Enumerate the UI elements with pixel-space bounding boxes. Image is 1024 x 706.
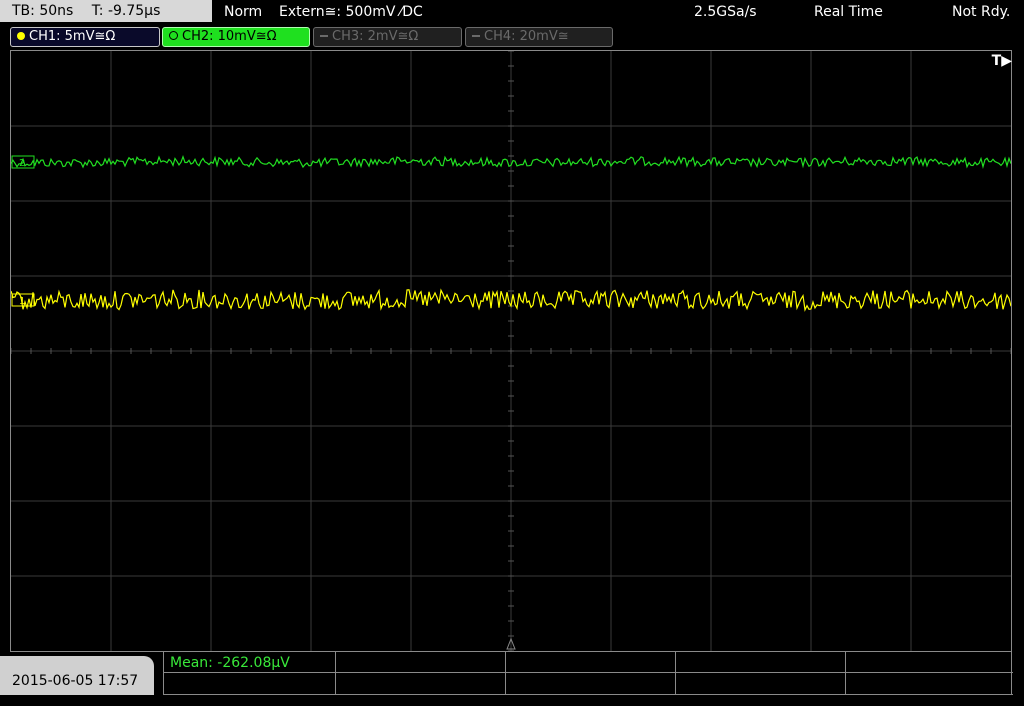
waveform-display[interactable]: 21 bbox=[10, 50, 1012, 652]
waveform-canvas: 21 bbox=[11, 51, 1011, 651]
channel-4-indicator-icon bbox=[472, 35, 480, 37]
timebase-panel[interactable]: TB: 50ns T: -9.75µs bbox=[0, 0, 212, 22]
measurement-cell[interactable] bbox=[676, 652, 846, 673]
trigger-position-icon[interactable]: T▶ bbox=[992, 53, 1012, 69]
acquisition-status: Not Rdy. bbox=[952, 4, 1011, 20]
channel-4-label: CH4: 20mV≅ bbox=[484, 29, 569, 44]
timebase-readout: TB: 50ns bbox=[12, 3, 74, 19]
mean-measurement: Mean: -262.08µV bbox=[170, 655, 290, 671]
channel-1-label: CH1: 5mV≅Ω bbox=[29, 29, 116, 44]
measurement-cell[interactable] bbox=[506, 673, 676, 695]
measurement-cell[interactable] bbox=[676, 673, 846, 695]
measurement-cell[interactable] bbox=[846, 652, 1013, 673]
measurement-cell[interactable] bbox=[164, 673, 336, 695]
datetime-display: 2015-06-05 17:57 bbox=[0, 656, 154, 695]
channel-2-label: CH2: 10mV≅Ω bbox=[182, 29, 277, 44]
measurement-cell[interactable] bbox=[336, 652, 506, 673]
channel-3-label: CH3: 2mV≅Ω bbox=[332, 29, 419, 44]
measurement-cell[interactable] bbox=[846, 673, 1013, 695]
channel-4-button[interactable]: CH4: 20mV≅ bbox=[465, 27, 613, 47]
measurement-cell[interactable] bbox=[336, 673, 506, 695]
measurement-cell[interactable] bbox=[506, 652, 676, 673]
channel-2-button[interactable]: CH2: 10mV≅Ω bbox=[162, 27, 310, 47]
channel-bar: CH1: 5mV≅Ω CH2: 10mV≅Ω CH3: 2mV≅Ω CH4: 2… bbox=[0, 24, 1024, 50]
channel-3-indicator-icon bbox=[320, 35, 328, 37]
channel-2-indicator-icon bbox=[169, 31, 178, 40]
trigger-mode[interactable]: Norm bbox=[224, 0, 262, 24]
channel-3-button[interactable]: CH3: 2mV≅Ω bbox=[313, 27, 462, 47]
measurement-table bbox=[163, 652, 1013, 695]
trigger-time-readout: T: -9.75µs bbox=[91, 3, 161, 19]
sample-rate: 2.5GSa/s bbox=[694, 4, 757, 20]
trigger-source[interactable]: Extern≅: 500mV ⁄DC bbox=[279, 0, 423, 24]
channel-1-button[interactable]: CH1: 5mV≅Ω bbox=[10, 27, 160, 47]
channel-1-marker-label: 1 bbox=[19, 296, 25, 307]
channel-1-indicator-icon bbox=[17, 32, 25, 40]
channel-2-marker-label: 2 bbox=[19, 158, 25, 169]
top-status-bar: TB: 50ns T: -9.75µs Norm Extern≅: 500mV … bbox=[0, 0, 1024, 24]
acquisition-mode: Real Time bbox=[814, 4, 883, 20]
